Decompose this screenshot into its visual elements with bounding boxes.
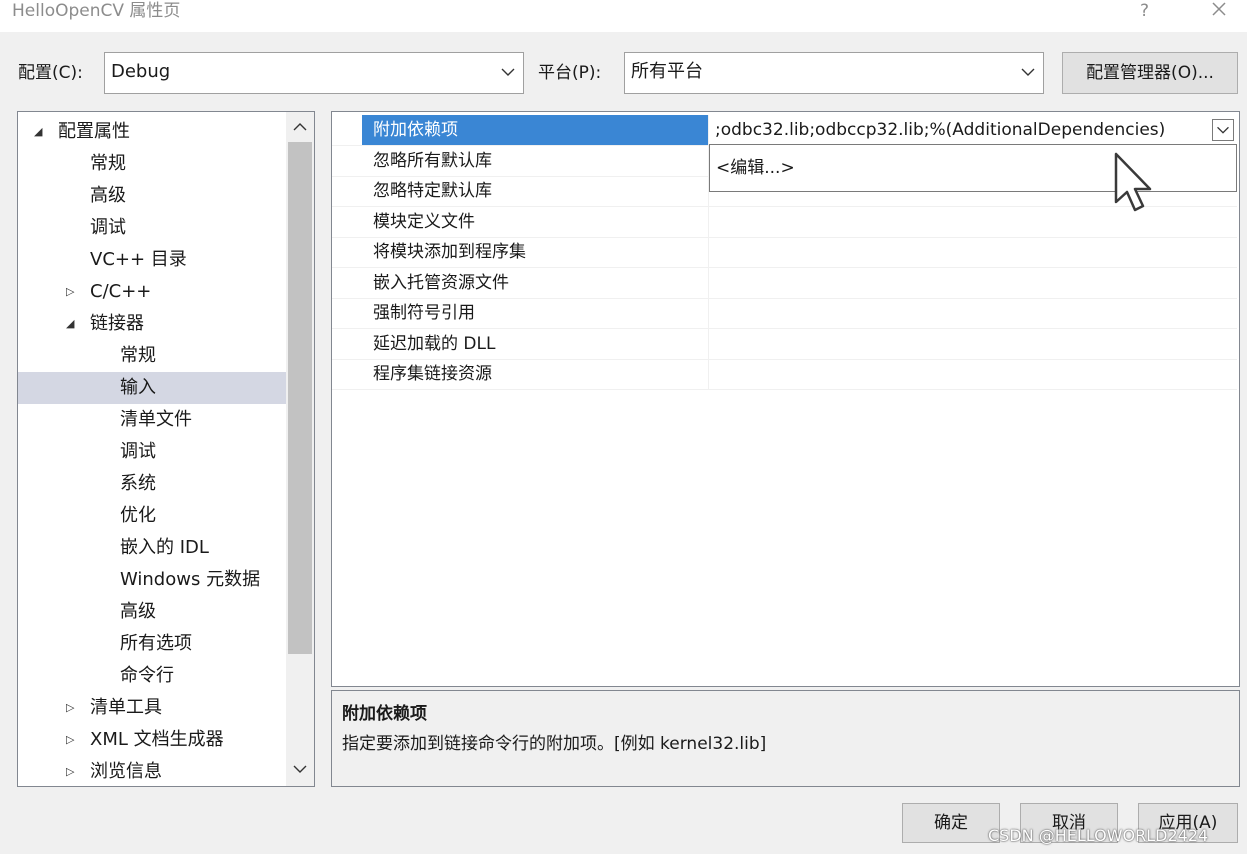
tree-item[interactable]: ▷ 浏览信息 [18, 756, 286, 786]
tree-item[interactable]: 常规 [18, 148, 286, 180]
tree-scrollbar[interactable] [286, 112, 314, 786]
config-manager-button[interactable]: 配置管理器(O)... [1062, 52, 1238, 94]
tree-item-label: 调试 [90, 217, 126, 238]
tree-item[interactable]: 优化 [18, 500, 286, 532]
property-row[interactable]: 嵌入托管资源文件 [332, 267, 1237, 299]
property-name[interactable]: 将模块添加到程序集 [362, 237, 708, 267]
tree-item-label: VC++ 目录 [90, 249, 187, 270]
property-name[interactable]: 程序集链接资源 [362, 359, 708, 389]
tree-item[interactable]: ◢ 配置属性 [18, 116, 286, 148]
mouse-cursor-icon [1114, 152, 1152, 212]
tree-item-label: 高级 [90, 185, 126, 206]
property-row[interactable]: 模块定义文件 [332, 206, 1237, 238]
property-name[interactable]: 忽略所有默认库 [362, 146, 708, 176]
property-value[interactable] [708, 359, 1237, 389]
expanded-arrow-icon[interactable]: ◢ [34, 116, 42, 148]
tree-item-label: C/C++ [90, 281, 152, 302]
property-row[interactable]: 延迟加载的 DLL [332, 328, 1237, 360]
description-text: 指定要添加到链接命令行的附加项。[例如 kernel32.lib] [342, 734, 767, 754]
tree-item-label: 常规 [90, 153, 126, 174]
collapsed-arrow-icon[interactable]: ▷ [66, 692, 74, 724]
chevron-up-icon[interactable] [293, 122, 307, 132]
tree-item[interactable]: VC++ 目录 [18, 244, 286, 276]
tree-item-label: 高级 [120, 601, 156, 622]
tree-item[interactable]: 所有选项 [18, 628, 286, 660]
close-icon[interactable] [1208, 0, 1230, 20]
tree-item[interactable]: 输入 [18, 372, 286, 404]
property-row[interactable]: 程序集链接资源 [332, 359, 1237, 390]
description-title: 附加依赖项 [342, 704, 427, 724]
tree-item[interactable]: 清单文件 [18, 404, 286, 436]
property-name[interactable]: 忽略特定默认库 [362, 176, 708, 206]
property-value[interactable] [708, 237, 1237, 267]
collapsed-arrow-icon[interactable]: ▷ [66, 276, 74, 308]
property-value[interactable]: ;odbc32.lib;odbccp32.lib;%(AdditionalDep… [708, 115, 1237, 145]
config-label: 配置(C): [18, 63, 83, 83]
collapsed-arrow-icon[interactable]: ▷ [66, 756, 74, 786]
property-row[interactable]: 强制符号引用 [332, 298, 1237, 329]
tree-item-label: 配置属性 [58, 121, 130, 142]
ok-button[interactable]: 确定 [902, 803, 1000, 843]
tree-item[interactable]: 调试 [18, 212, 286, 244]
tree-item-label: 浏览信息 [90, 761, 162, 782]
tree-item-label: 命令行 [120, 665, 174, 686]
tree-item-label: XML 文档生成器 [90, 729, 224, 750]
tree-item[interactable]: ◢ 链接器 [18, 308, 286, 340]
tree-item-label: 嵌入的 IDL [120, 537, 209, 558]
chevron-down-icon[interactable] [293, 764, 307, 774]
tree-item[interactable]: 系统 [18, 468, 286, 500]
config-value: Debug [111, 61, 171, 82]
tree-item-label: 清单文件 [120, 409, 192, 430]
tree-item[interactable]: 高级 [18, 180, 286, 212]
property-value[interactable] [708, 267, 1237, 298]
tree-item-label: 优化 [120, 505, 156, 526]
property-grid: 附加依赖项 ;odbc32.lib;odbccp32.lib;%(Addition… [331, 111, 1240, 687]
watermark: CSDN @HELLOWORLD2424 [988, 826, 1209, 845]
tree-item-label: 清单工具 [90, 697, 162, 718]
tree-item[interactable]: ▷ C/C++ [18, 276, 286, 308]
chevron-down-icon [501, 68, 515, 76]
tree-item[interactable]: ▷ 清单工具 [18, 692, 286, 724]
tree-item-label: 系统 [120, 473, 156, 494]
tree-item-label: 所有选项 [120, 633, 192, 654]
property-value-text: ;odbc32.lib;odbccp32.lib;%(AdditionalDep… [715, 120, 1166, 140]
help-button[interactable]: ? [1140, 0, 1149, 22]
platform-value: 所有平台 [631, 61, 703, 82]
tree-item-label: 链接器 [90, 313, 144, 334]
tree-item-label: Windows 元数据 [120, 569, 261, 590]
config-dropdown[interactable]: Debug [104, 52, 524, 94]
scrollbar-thumb[interactable] [288, 142, 312, 654]
tree-item[interactable]: 命令行 [18, 660, 286, 692]
expanded-arrow-icon[interactable]: ◢ [66, 308, 74, 340]
property-name[interactable]: 强制符号引用 [362, 298, 708, 328]
property-name[interactable]: 附加依赖项 [362, 115, 708, 145]
platform-label: 平台(P): [538, 63, 602, 83]
tree-item-label: 调试 [120, 441, 156, 462]
tree-item-label: 输入 [120, 377, 156, 398]
title-bar: HelloOpenCV 属性页 ? [0, 0, 1247, 32]
window-title: HelloOpenCV 属性页 [12, 1, 181, 21]
description-panel: 附加依赖项 指定要添加到链接命令行的附加项。[例如 kernel32.lib] [331, 690, 1240, 787]
property-value[interactable] [708, 328, 1237, 359]
tree-item[interactable]: 高级 [18, 596, 286, 628]
tree-item[interactable]: 嵌入的 IDL [18, 532, 286, 564]
chevron-down-icon [1021, 68, 1035, 76]
chevron-down-icon[interactable] [1212, 119, 1234, 141]
category-tree: ◢ 配置属性 常规 高级 调试 VC++ 目录 ▷ C/C++ ◢ 链接器 常规 输入 清单文件 调试 系统… [17, 111, 315, 787]
property-name[interactable]: 延迟加载的 DLL [362, 329, 708, 359]
platform-dropdown[interactable]: 所有平台 [624, 52, 1044, 94]
property-name[interactable]: 嵌入托管资源文件 [362, 268, 708, 298]
edit-option[interactable]: <编辑...> [716, 153, 795, 178]
tree-item[interactable]: Windows 元数据 [18, 564, 286, 596]
tree-item[interactable]: ▷ XML 文档生成器 [18, 724, 286, 756]
property-row[interactable]: 将模块添加到程序集 [332, 237, 1237, 268]
tree-item-label: 常规 [120, 345, 156, 366]
collapsed-arrow-icon[interactable]: ▷ [66, 724, 74, 756]
property-row[interactable]: 附加依赖项 ;odbc32.lib;odbccp32.lib;%(Addition… [332, 115, 1237, 146]
tree-item[interactable]: 常规 [18, 340, 286, 372]
property-name[interactable]: 模块定义文件 [362, 207, 708, 237]
property-value[interactable] [708, 298, 1237, 328]
tree-item[interactable]: 调试 [18, 436, 286, 468]
